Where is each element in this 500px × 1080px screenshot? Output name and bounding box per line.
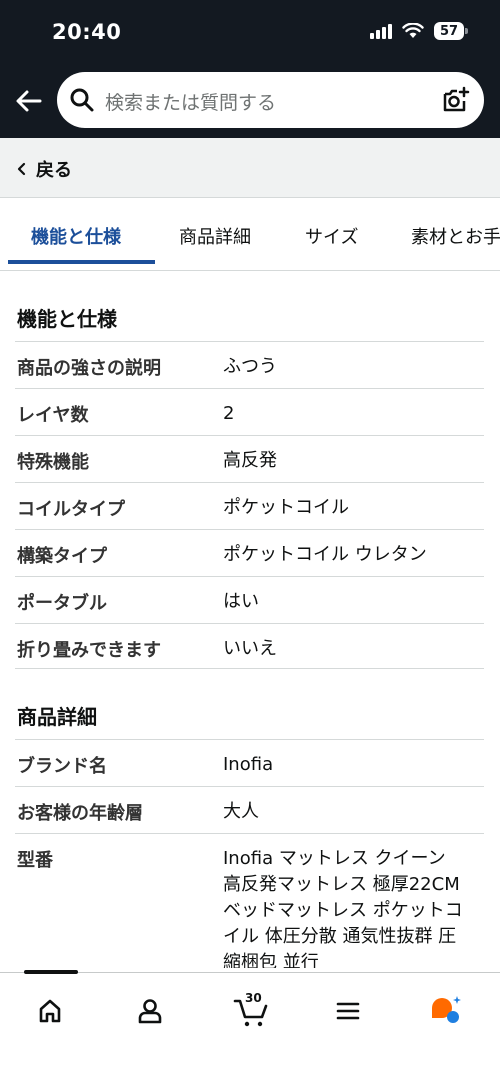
spec-row: ポータブル はい [15,576,484,623]
spec-label: 商品の強さの説明 [17,358,161,379]
menu-icon [336,1002,360,1020]
spec-value: ふつう [223,356,277,377]
nav-rufus[interactable] [426,991,466,1031]
spec-label: 特殊機能 [17,452,89,473]
person-icon [138,999,162,1024]
battery-level: 57 [439,23,459,39]
spec-row: ブランド名 Inofia [15,739,484,786]
spec-row: 折り畳みできます いいえ [15,623,484,669]
section-title-details: 商品詳細 [17,705,97,729]
search-placeholder: 検索または質問する [105,92,277,114]
spec-label: 型番 [17,850,53,871]
spec-label: ブランド名 [17,756,107,777]
spec-row: お客様の年齢層 大人 [15,786,484,833]
search-icon [70,88,94,112]
spec-value: 高反発 [223,450,277,471]
back-label: 戻る [36,160,72,181]
nav-menu[interactable] [328,991,368,1031]
section-tabs: 機能と仕様 商品詳細 サイズ 素材とお手 [0,198,500,271]
spec-value: Inofia マットレス クイーン 高反発マットレス 極厚22CM ベッドマット… [223,848,463,968]
spec-value: 大人 [223,801,259,822]
tab-materials[interactable]: 素材とお手 [411,223,500,249]
status-icons: 57 [370,22,468,40]
spec-value: はい [223,591,259,612]
nav-active-indicator [24,970,78,974]
spec-value: ポケットコイル [223,497,349,518]
back-arrow-icon[interactable] [12,84,46,118]
search-input[interactable]: 検索または質問する [57,72,484,128]
active-tab-indicator [8,260,155,264]
spec-value: いいえ [223,638,277,659]
tab-size[interactable]: サイズ [305,223,358,249]
back-link[interactable]: 戻る [0,138,500,198]
spec-value: Inofia [223,754,274,775]
spec-label: お客様の年齢層 [17,803,143,824]
spec-label: 構築タイプ [17,546,107,567]
home-icon [39,999,61,1023]
nav-account[interactable] [130,991,170,1031]
spec-row: 特殊機能 高反発 [15,435,484,482]
cart-count: 30 [245,991,262,1005]
bottom-navigation: 30 [0,970,500,1080]
camera-icon[interactable] [440,85,470,115]
status-time: 20:40 [52,20,122,44]
tab-product-details[interactable]: 商品詳細 [179,223,251,249]
spec-value: ポケットコイル ウレタン [223,544,427,565]
section-title-features: 機能と仕様 [17,307,117,331]
nav-cart[interactable]: 30 [228,991,276,1031]
wifi-icon [402,23,424,38]
spec-row: コイルタイプ ポケットコイル [15,482,484,529]
search-header: 検索または質問する [0,66,500,138]
rufus-assistant-icon [432,996,461,1023]
spec-row: レイヤ数 2 [15,388,484,435]
spec-label: コイルタイプ [17,499,125,520]
battery-icon: 57 [434,22,468,40]
spec-row: 商品の強さの説明 ふつう [15,341,484,388]
spec-value: 2 [223,403,235,424]
nav-home[interactable] [30,991,70,1031]
tab-features[interactable]: 機能と仕様 [31,223,121,249]
chevron-left-icon [17,162,26,176]
spec-label: 折り畳みできます [17,640,161,661]
spec-row: 構築タイプ ポケットコイル ウレタン [15,529,484,576]
spec-label: レイヤ数 [17,405,89,426]
signal-icon [370,23,392,39]
status-bar: 20:40 57 [0,0,500,66]
spec-label: ポータブル [17,593,107,614]
spec-row: 型番 Inofia マットレス クイーン 高反発マットレス 極厚22CM ベッド… [15,833,484,973]
